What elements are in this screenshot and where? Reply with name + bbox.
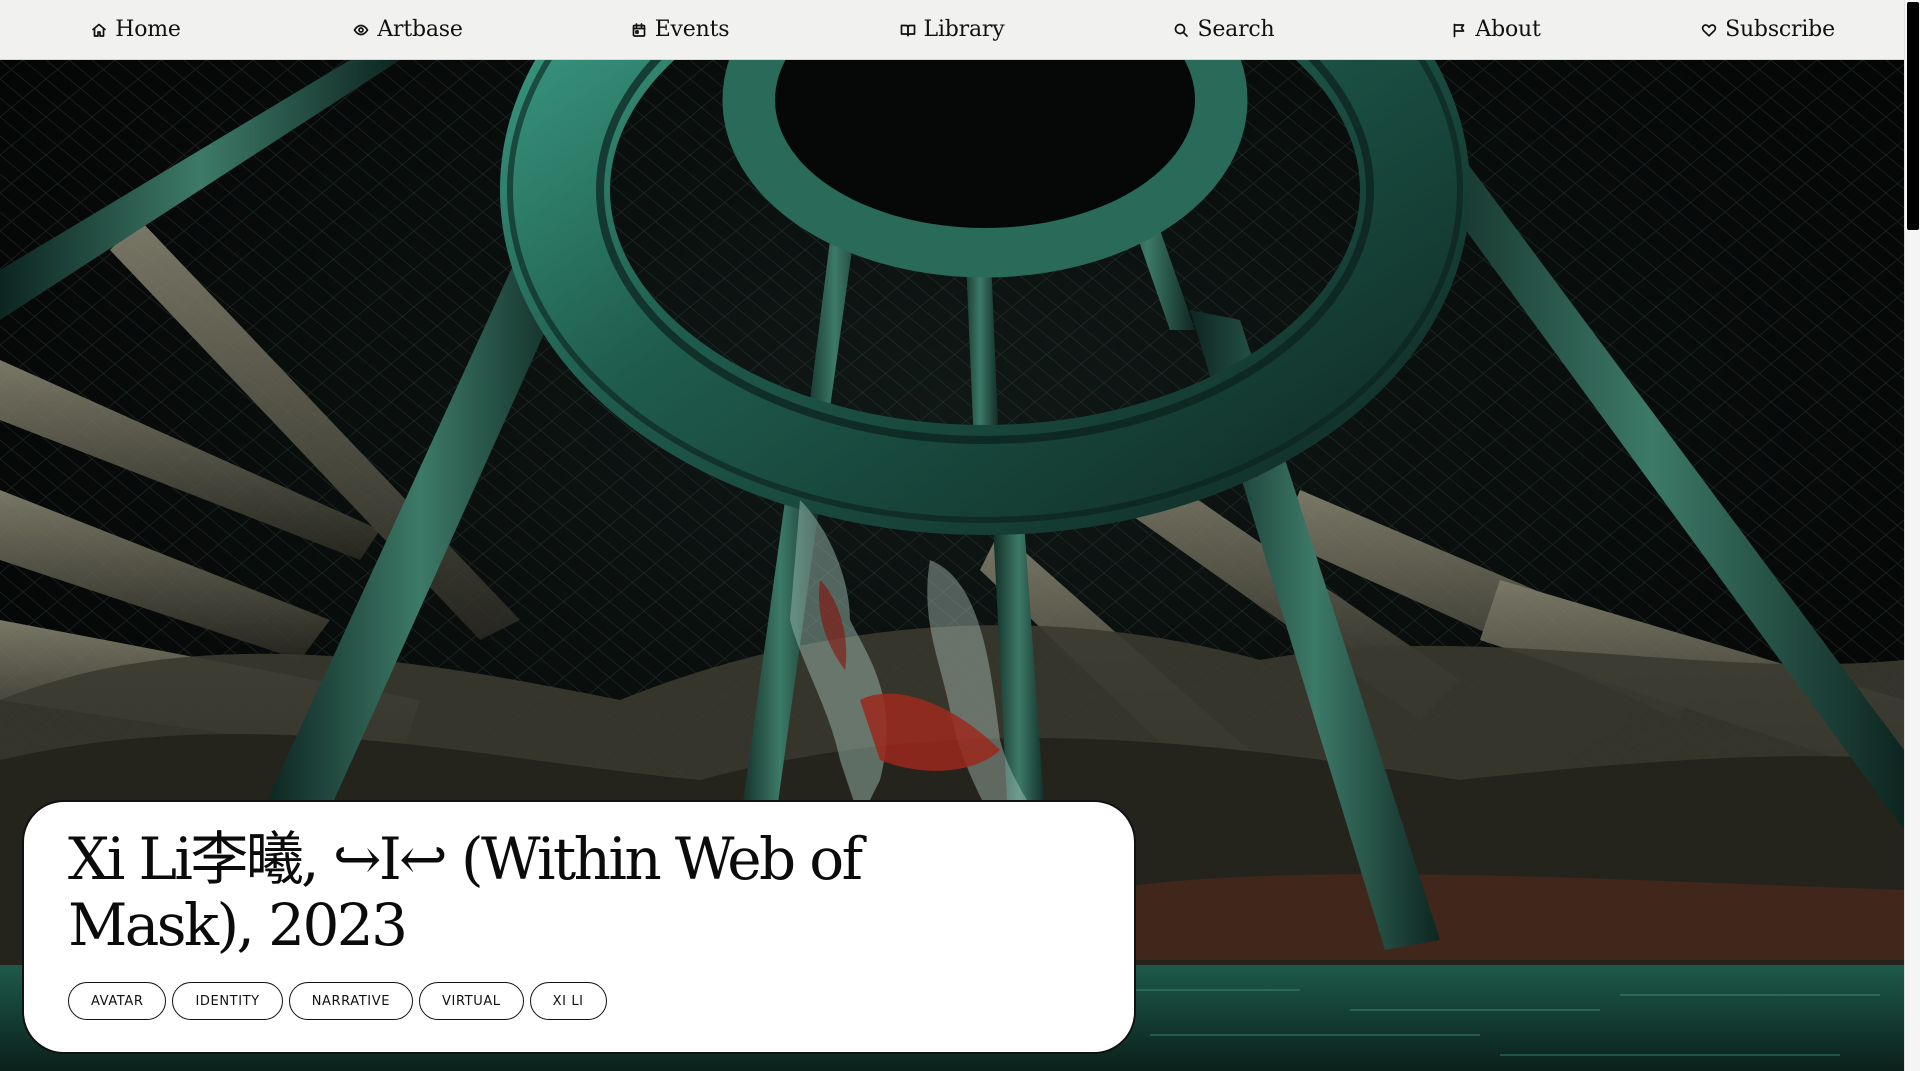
nav-about-label: About <box>1475 17 1541 42</box>
page-scrollbar[interactable] <box>1904 0 1920 1071</box>
nav-library[interactable]: Library <box>816 0 1088 59</box>
nav-about[interactable]: About <box>1360 0 1632 59</box>
search-icon <box>1175 23 1189 37</box>
nav-home[interactable]: Home <box>0 0 272 59</box>
heart-icon <box>1701 23 1717 37</box>
home-icon <box>92 23 107 37</box>
tag-avatar[interactable]: AVATAR <box>68 982 167 1020</box>
nav-artbase-label: Artbase <box>377 17 463 42</box>
nav-events[interactable]: Events <box>544 0 816 59</box>
nav-library-label: Library <box>923 17 1005 42</box>
artwork-title: Xi Li李曦, ↪I↩ (Within Web of Mask), 2023 <box>68 825 863 959</box>
calendar-icon <box>632 22 646 37</box>
tag-xi-li[interactable]: XI LI <box>529 982 607 1020</box>
book-icon <box>900 24 915 36</box>
flag-icon <box>1454 23 1465 37</box>
nav-artbase[interactable]: Artbase <box>272 0 544 59</box>
nav-subscribe[interactable]: Subscribe <box>1632 0 1904 59</box>
nav-home-label: Home <box>115 17 181 42</box>
eye-icon <box>353 24 369 35</box>
nav-search-label: Search <box>1197 17 1275 42</box>
tag-identity[interactable]: IDENTITY <box>172 982 283 1020</box>
tag-virtual[interactable]: VIRTUAL <box>419 982 524 1020</box>
scrollbar-thumb[interactable] <box>1907 2 1919 230</box>
tag-list: AVATAR IDENTITY NARRATIVE VIRTUAL XI LI <box>68 982 607 1020</box>
artwork-caption-card: Xi Li李曦, ↪I↩ (Within Web of Mask), 2023 … <box>22 800 1136 1054</box>
nav-events-label: Events <box>654 17 730 42</box>
top-navigation: Home Artbase Events Library Search About… <box>0 0 1904 60</box>
nav-search[interactable]: Search <box>1088 0 1360 59</box>
nav-subscribe-label: Subscribe <box>1725 17 1835 42</box>
tag-narrative[interactable]: NARRATIVE <box>288 982 414 1020</box>
